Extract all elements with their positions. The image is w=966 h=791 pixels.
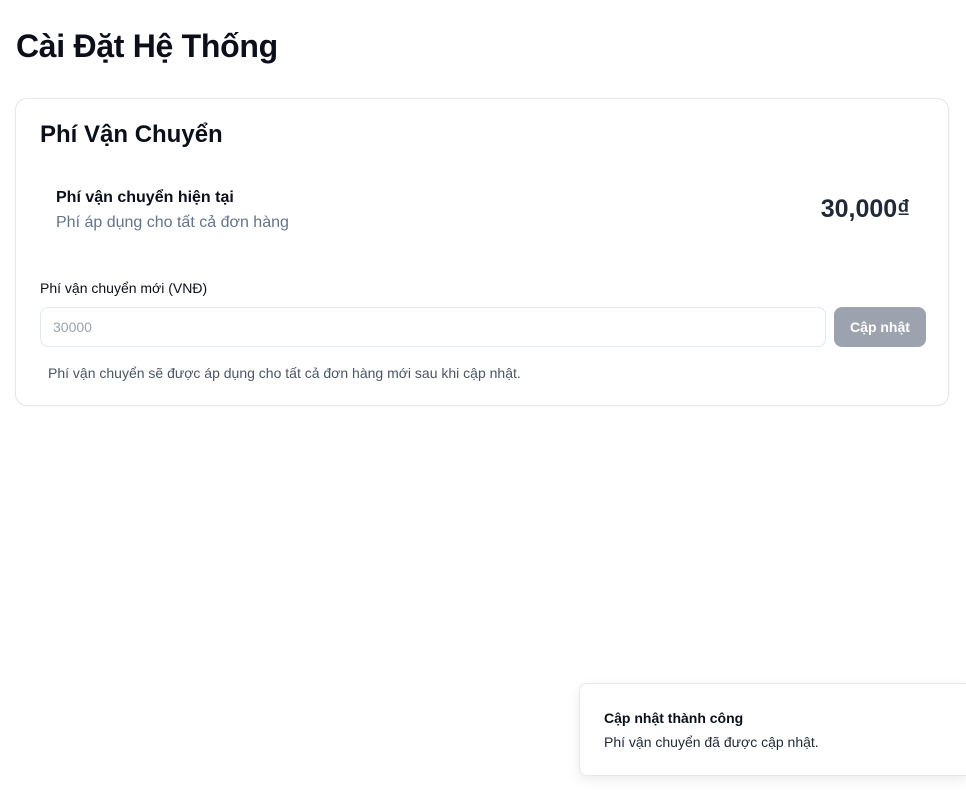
success-toast[interactable]: Cập nhật thành công Phí vận chuyển đã đư… xyxy=(579,683,966,776)
current-fee-description: Phí áp dụng cho tất cả đơn hàng xyxy=(56,214,289,231)
settings-page: Cài Đặt Hệ Thống Phí Vận Chuyển Phí vận … xyxy=(0,0,966,791)
helper-text: Phí vận chuyển sẽ được áp dụng cho tất c… xyxy=(48,365,521,381)
current-fee-amount: 30,000₫ xyxy=(820,195,910,223)
page-title: Cài Đặt Hệ Thống xyxy=(16,28,278,64)
new-fee-input[interactable] xyxy=(40,307,826,347)
shipping-fee-card: Phí Vận Chuyển Phí vận chuyển hiện tại P… xyxy=(15,98,949,406)
current-fee-panel: Phí vận chuyển hiện tại Phí áp dụng cho … xyxy=(40,177,926,245)
toast-description: Phí vận chuyển đã được cập nhật. xyxy=(604,734,819,750)
update-button[interactable]: Cập nhật xyxy=(834,307,926,347)
card-title: Phí Vận Chuyển xyxy=(40,121,223,148)
new-fee-label: Phí vận chuyển mới (VNĐ) xyxy=(40,280,208,296)
current-fee-label: Phí vận chuyển hiện tại xyxy=(56,189,234,206)
toast-title: Cập nhật thành công xyxy=(604,710,744,726)
